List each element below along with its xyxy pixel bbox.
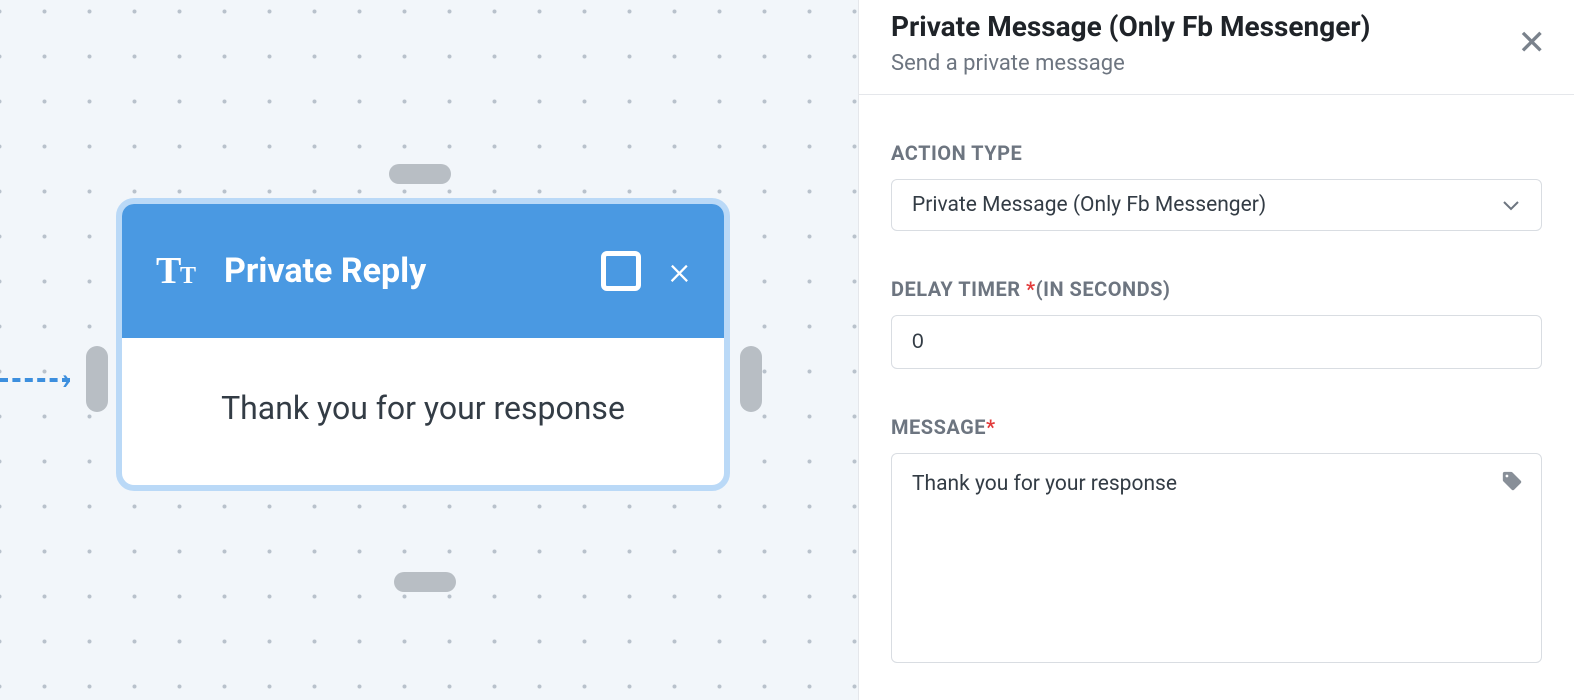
panel-close-button[interactable]: ✕ — [1518, 26, 1547, 60]
panel-title: Private Message (Only Fb Messenger) — [891, 10, 1544, 43]
tag-icon[interactable] — [1501, 470, 1523, 492]
node-header: T T Private Reply × — [122, 204, 724, 338]
node-handle-bottom[interactable] — [394, 572, 456, 592]
message-label: MESSAGE* — [891, 415, 1542, 439]
flow-canvas[interactable]: › T T Private Reply × Thank you for your… — [0, 0, 858, 700]
required-asterisk: * — [986, 415, 996, 439]
message-field-wrap — [891, 453, 1542, 663]
node-body-text: Thank you for your response — [122, 338, 724, 485]
node-title: Private Reply — [224, 251, 601, 291]
node-handle-right[interactable] — [740, 346, 762, 412]
chevron-down-icon — [1501, 195, 1521, 215]
properties-panel: Private Message (Only Fb Messenger) Send… — [858, 0, 1574, 700]
expand-icon[interactable] — [601, 251, 641, 291]
delay-timer-field-wrap — [891, 315, 1542, 369]
edge-line-segment — [0, 378, 70, 382]
node-handle-left[interactable] — [86, 346, 108, 412]
delay-timer-label: DELAY TIMER *(IN SECONDS) — [891, 277, 1542, 301]
delay-timer-input[interactable] — [892, 316, 1541, 368]
action-type-value: Private Message (Only Fb Messenger) — [912, 193, 1266, 217]
node-private-reply[interactable]: T T Private Reply × Thank you for your r… — [116, 198, 730, 491]
svg-text:T: T — [156, 251, 181, 291]
node-close-icon[interactable]: × — [669, 251, 690, 291]
delay-timer-suffix: (IN SECONDS) — [1036, 277, 1171, 301]
delay-timer-label-text: DELAY TIMER — [891, 277, 1026, 301]
message-textarea[interactable] — [892, 454, 1541, 662]
text-format-icon: T T — [156, 251, 202, 291]
svg-text:T: T — [180, 263, 196, 289]
delay-timer-section: DELAY TIMER *(IN SECONDS) — [859, 277, 1574, 369]
node-handle-top[interactable] — [389, 164, 451, 184]
action-type-label: ACTION TYPE — [891, 141, 1542, 165]
edge-arrow-head-icon: › — [62, 366, 71, 394]
message-section: MESSAGE* — [859, 415, 1574, 663]
required-asterisk: * — [1026, 277, 1036, 301]
panel-subtitle: Send a private message — [891, 51, 1544, 76]
action-type-section: ACTION TYPE Private Message (Only Fb Mes… — [859, 141, 1574, 231]
close-icon: ✕ — [1518, 23, 1547, 63]
panel-header: Private Message (Only Fb Messenger) Send… — [859, 0, 1574, 95]
message-label-text: MESSAGE — [891, 415, 986, 439]
action-type-select[interactable]: Private Message (Only Fb Messenger) — [891, 179, 1542, 231]
